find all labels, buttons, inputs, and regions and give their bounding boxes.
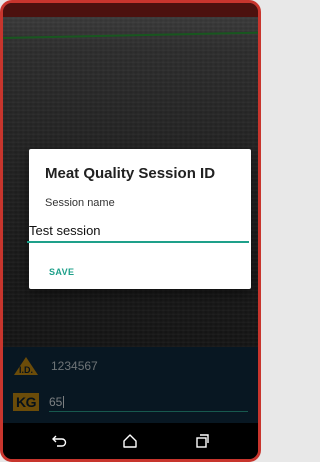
dialog-title: Meat Quality Session ID	[45, 165, 216, 182]
session-name-label: Session name	[45, 197, 115, 209]
device-frame: I.D. 1234567 KG 65 Meat Quality Session …	[0, 0, 261, 462]
back-icon[interactable]	[46, 428, 72, 454]
session-id-dialog: Meat Quality Session ID Session name Tes…	[27, 149, 251, 289]
navigation-bar	[3, 423, 258, 459]
home-icon[interactable]	[117, 428, 143, 454]
recents-icon[interactable]	[189, 428, 215, 454]
save-button[interactable]: SAVE	[49, 267, 74, 277]
session-name-input[interactable]: Test session	[27, 221, 249, 243]
